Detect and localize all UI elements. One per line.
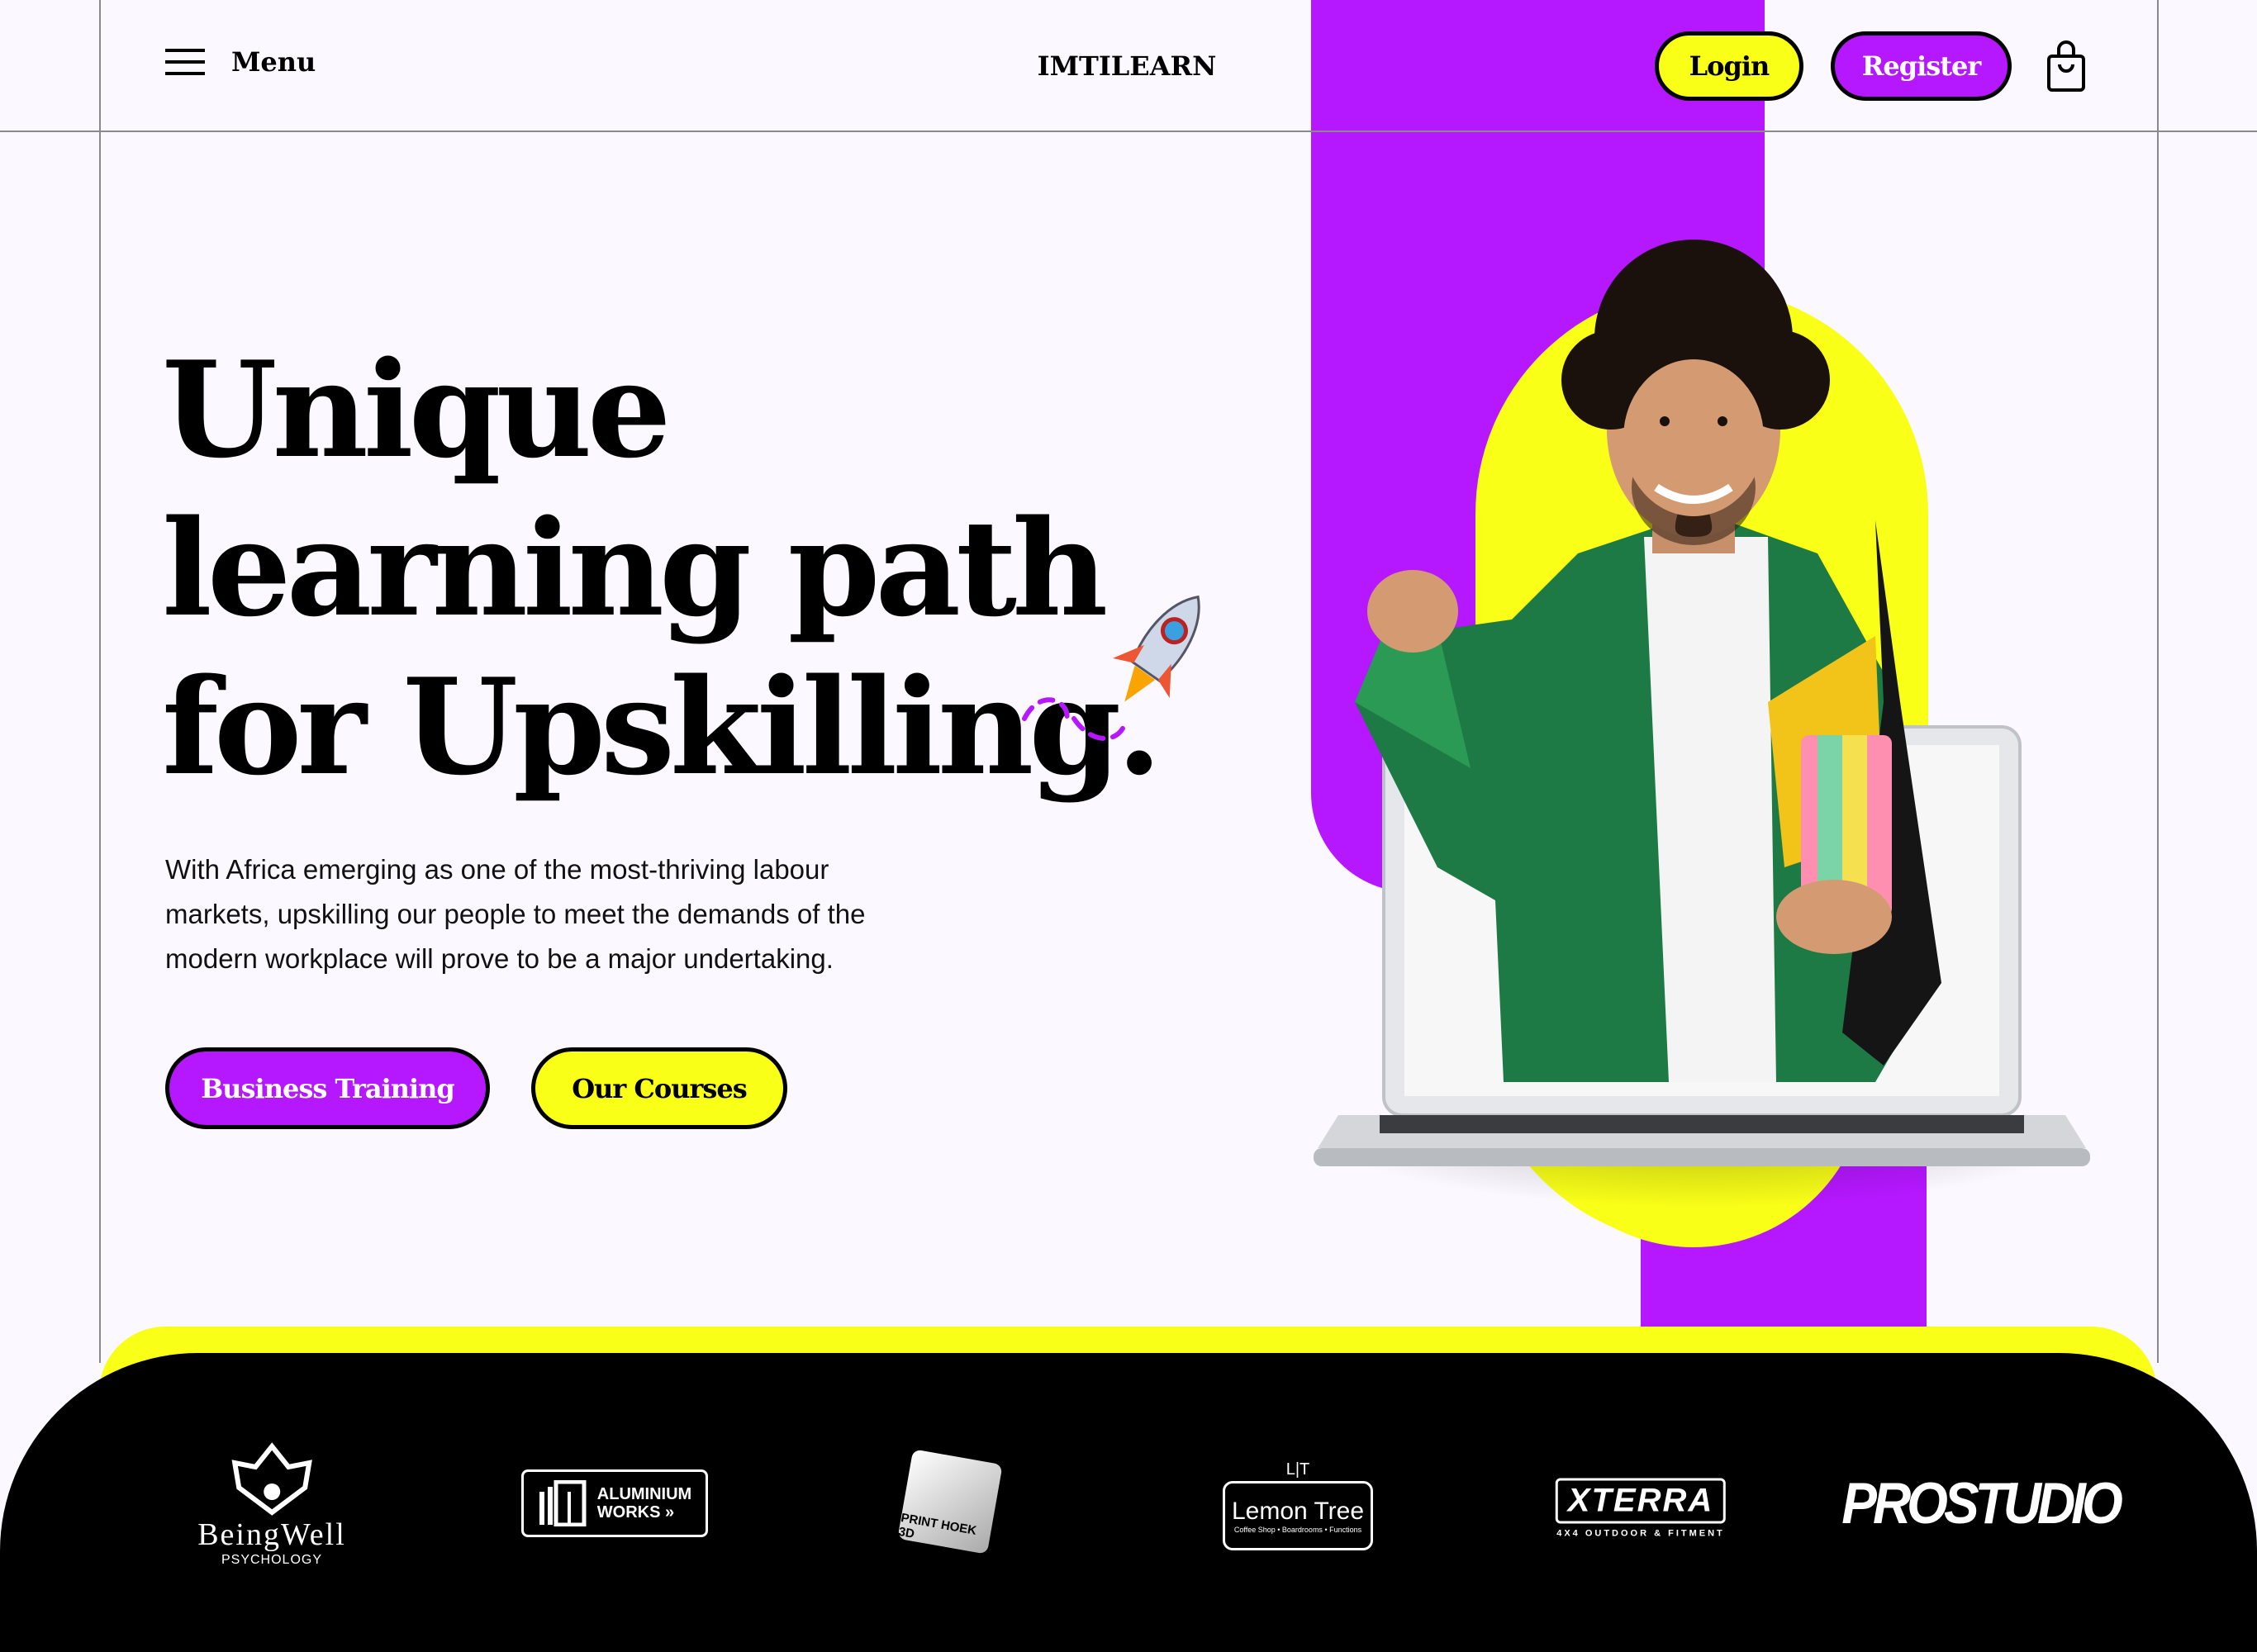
login-button[interactable]: Login — [1655, 31, 1803, 101]
hero-description: With Africa emerging as one of the most-… — [165, 847, 865, 981]
header-divider — [0, 131, 2257, 132]
menu-label: Menu — [231, 46, 316, 78]
our-courses-button[interactable]: Our Courses — [531, 1047, 787, 1129]
rocket-icon — [1022, 595, 1200, 741]
brand-logo[interactable]: IMTILEARN — [1038, 50, 1217, 82]
menu-button[interactable]: Menu — [165, 46, 316, 78]
partner-logo-lemon-tree: L|T Lemon Tree Coffee Shop • Boardrooms … — [1223, 1460, 1373, 1550]
description-line: With Africa emerging as one of the most-… — [165, 854, 829, 885]
partner-logo-aluminium-works: ALUMINIUM WORKS » — [521, 1469, 708, 1537]
register-button[interactable]: Register — [1831, 31, 2012, 101]
guide-line-right — [2157, 0, 2159, 1363]
partner-logo-beingwell: BeingWell PSYCHOLOGY — [197, 1442, 346, 1568]
description-line: markets, upskilling our people to meet t… — [165, 899, 866, 929]
shopping-bag-icon[interactable] — [2046, 40, 2086, 93]
hero-title-line: for Upskilling. — [162, 649, 1162, 805]
lotus-icon — [231, 1442, 312, 1516]
student-laptop-illustration — [1314, 240, 2090, 1280]
hero-title: Unique learning path for Upskilling. — [162, 330, 1162, 806]
guide-line-left — [99, 0, 101, 1363]
hamburger-icon — [165, 49, 205, 75]
description-line: modern workplace will prove to be a majo… — [165, 943, 834, 974]
business-training-button[interactable]: Business Training — [165, 1047, 490, 1129]
hero-title-line: learning path — [162, 491, 1108, 646]
partner-logo-printhoek3d: PRINT HOEK 3D — [897, 1449, 1003, 1555]
aluminium-works-mark — [539, 1480, 587, 1526]
hero-title-line: Unique — [162, 332, 672, 487]
partner-logo-prostudio: PROSTUDIO — [1841, 1470, 2122, 1536]
partner-logo-xterra: XTERRA 4X4 OUTDOOR & FITMENT — [1555, 1478, 1727, 1539]
